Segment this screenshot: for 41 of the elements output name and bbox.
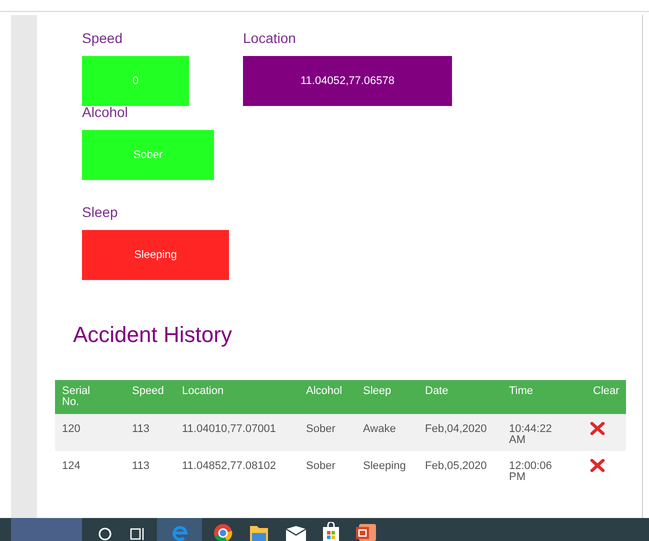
table-cell: Sober (306, 461, 336, 472)
start-button[interactable] (11, 518, 82, 541)
column-header: Sleep (363, 386, 392, 397)
section-title: Accident History (73, 321, 232, 349)
mail-icon[interactable] (285, 525, 307, 541)
table-cell: Sleeping (363, 461, 406, 472)
table-cell: 113 (132, 424, 150, 435)
store-bag-icon[interactable] (322, 522, 340, 541)
status-label: Speed (82, 29, 124, 48)
table-cell: Awake (363, 424, 396, 435)
status-value-box: 0 (82, 56, 189, 106)
table-cell: Feb,04,2020 (425, 424, 487, 435)
column-header: Clear (593, 386, 620, 397)
status-value-box: 11.04052,77.06578 (243, 56, 452, 106)
table-cell: 120 (62, 424, 80, 435)
column-header: Alcohol (306, 386, 344, 397)
table-cell: 113 (132, 461, 150, 472)
table-cell: Sober (306, 424, 336, 435)
status-value-box: Sleeping (82, 230, 229, 280)
status-label: Alcohol (82, 103, 129, 122)
table-cell: Feb,05,2020 (425, 461, 487, 472)
task-view-icon[interactable] (130, 527, 146, 541)
table-cell: 11.04010,77.07001 (182, 424, 276, 435)
column-header: Serial No. (62, 386, 92, 408)
table-cell-text: 12:00:06 PM (509, 461, 553, 483)
search-icon[interactable] (98, 527, 112, 541)
status-value-box: Sober (82, 130, 214, 180)
column-header: Time (509, 386, 534, 397)
table-cell: 11.04852,77.08102 (182, 461, 276, 472)
table-cell-text: 10:44:22 AM (509, 424, 553, 446)
column-header: Speed (132, 386, 165, 397)
folder-icon[interactable] (249, 524, 269, 541)
status-label: Location (243, 29, 297, 48)
chrome-icon[interactable] (213, 523, 233, 541)
delete-icon[interactable] (590, 459, 605, 472)
table-cell: 124 (62, 461, 80, 472)
column-header: Location (182, 386, 225, 397)
status-label: Sleep (82, 203, 119, 222)
column-header: Date (425, 386, 450, 397)
delete-icon[interactable] (590, 422, 605, 435)
presentation-app-icon[interactable] (355, 523, 377, 541)
